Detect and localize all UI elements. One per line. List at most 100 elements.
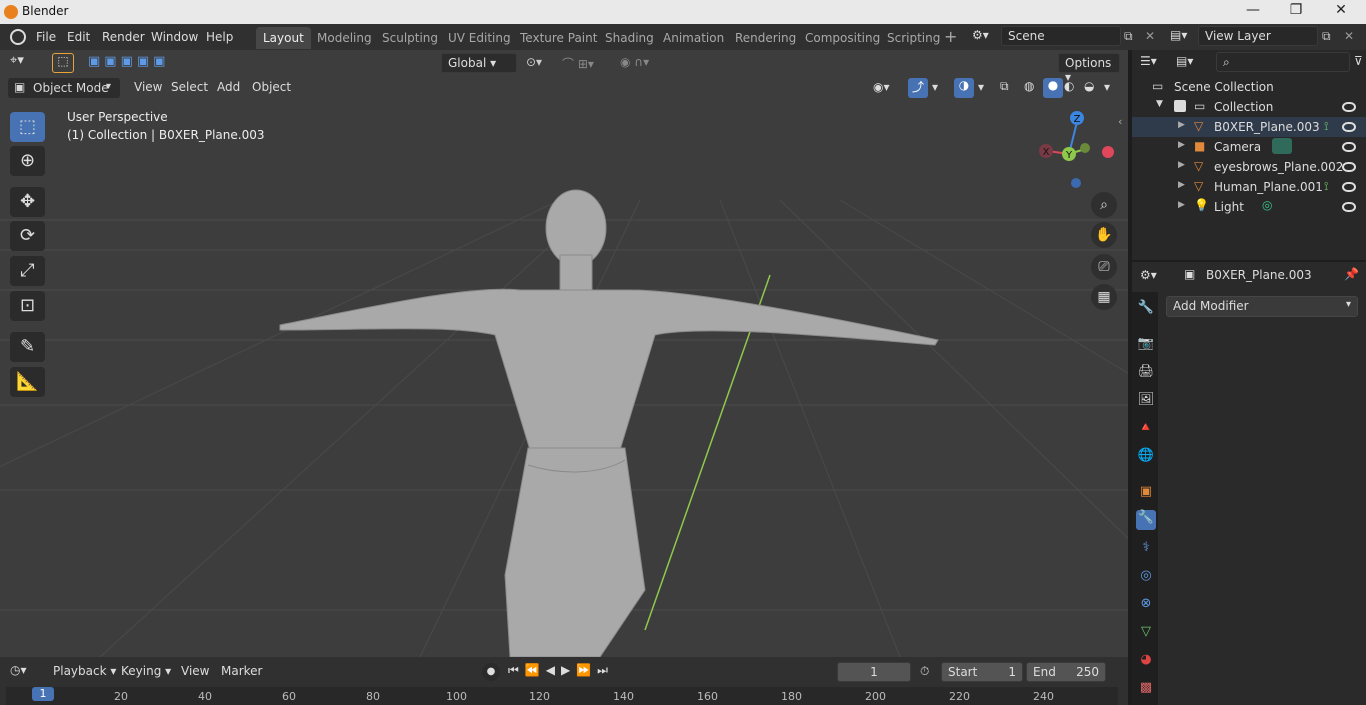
tab-sculpting[interactable]: Sculpting xyxy=(375,27,445,49)
transform-tool-icon[interactable]: ⊡ xyxy=(10,291,45,321)
select-box-tool-icon[interactable]: ⬚ xyxy=(52,53,74,73)
playhead[interactable]: 1 xyxy=(32,687,54,701)
close-icon[interactable]: ✕ xyxy=(1326,2,1356,22)
add-modifier-dropdown[interactable]: Add Modifier ▾ xyxy=(1166,296,1358,317)
eye-icon[interactable] xyxy=(1342,102,1356,112)
scene-tab-icon[interactable]: 🔺 xyxy=(1136,420,1156,440)
data-tab-icon[interactable]: ▽ xyxy=(1136,624,1156,644)
shading-dropdown-icon[interactable]: ▾ xyxy=(1104,80,1110,94)
tab-scripting[interactable]: Scripting xyxy=(880,27,947,49)
eye-icon[interactable] xyxy=(1342,182,1356,192)
add-workspace-icon[interactable]: + xyxy=(944,27,957,46)
new-view-layer-icon[interactable]: ⧉ xyxy=(1322,29,1331,44)
start-frame-field[interactable]: Start 1 xyxy=(941,662,1023,682)
menu-add[interactable]: Add xyxy=(210,78,247,98)
transform-orientation-dropdown[interactable]: Global ▾ xyxy=(441,53,517,73)
material-shading-icon[interactable]: ◐ xyxy=(1064,79,1074,93)
remove-view-layer-icon[interactable]: ✕ xyxy=(1344,29,1354,43)
view-layer-name-field[interactable]: View Layer xyxy=(1198,26,1318,46)
eye-icon[interactable] xyxy=(1342,202,1356,212)
pivot-point-icon[interactable]: ⊙▾ xyxy=(526,55,542,69)
particles-tab-icon[interactable]: ⚕ xyxy=(1136,540,1156,560)
navigation-gizmo[interactable]: Z Y X xyxy=(1030,105,1120,195)
outliner-item-light[interactable]: ▶ 💡 Light ◎ xyxy=(1132,197,1366,217)
minimize-icon[interactable]: — xyxy=(1238,2,1268,22)
timeline-view-menu[interactable]: View xyxy=(174,662,216,682)
options-dropdown[interactable]: Options ▾ xyxy=(1058,53,1120,84)
view-layer-selector-icon[interactable]: ▤▾ xyxy=(1170,28,1187,42)
world-tab-icon[interactable]: 🌐 xyxy=(1136,448,1156,468)
light-data-icon[interactable]: ◎ xyxy=(1262,198,1272,212)
xray-icon[interactable]: ⧉ xyxy=(1000,79,1009,94)
tool-tab-icon[interactable]: 🔧 xyxy=(1136,300,1156,320)
material-tab-icon[interactable]: ◕ xyxy=(1136,652,1156,672)
menu-render[interactable]: Render xyxy=(96,28,151,46)
view-layer-tab-icon[interactable]: 🖼 xyxy=(1136,392,1156,412)
menu-select[interactable]: Select xyxy=(164,78,215,98)
move-tool-icon[interactable]: ✥ xyxy=(10,187,45,217)
object-tab-icon[interactable]: ▣ xyxy=(1136,484,1156,504)
modifier-tab-icon[interactable]: 🔧 xyxy=(1136,510,1156,530)
tab-shading[interactable]: Shading xyxy=(598,27,661,49)
record-icon[interactable]: ● xyxy=(482,663,500,681)
playback-controls[interactable]: ⏮⏪◀▶⏩⏭ xyxy=(508,663,614,678)
filter-icon[interactable]: ⊽ xyxy=(1354,54,1363,68)
tab-texture-paint[interactable]: Texture Paint xyxy=(513,27,604,49)
gizmo-dropdown-icon[interactable]: ▾ xyxy=(932,80,938,94)
menu-edit[interactable]: Edit xyxy=(61,28,96,46)
select-tool-icon[interactable]: ⬚ xyxy=(10,112,45,142)
display-mode-icon[interactable]: ▤▾ xyxy=(1176,54,1193,68)
gizmo-toggle-icon[interactable]: ⤴ xyxy=(908,78,928,98)
remove-scene-icon[interactable]: ✕ xyxy=(1145,29,1155,43)
snap-icon[interactable]: ⌒ ⊞▾ xyxy=(562,55,594,72)
solid-shading-icon[interactable]: ● xyxy=(1043,78,1063,98)
cursor-tool-icon[interactable]: ⊕ xyxy=(10,146,45,176)
menu-object[interactable]: Object xyxy=(245,78,298,98)
render-tab-icon[interactable]: 📷 xyxy=(1136,336,1156,356)
outliner-item-camera[interactable]: ▶ ■ Camera xyxy=(1132,137,1366,157)
wireframe-shading-icon[interactable]: ◍ xyxy=(1024,79,1034,93)
eye-icon[interactable] xyxy=(1342,162,1356,172)
physics-tab-icon[interactable]: ◎ xyxy=(1136,568,1156,588)
constraints-tab-icon[interactable]: ⊗ xyxy=(1136,596,1156,616)
tab-uv-editing[interactable]: UV Editing xyxy=(441,27,518,49)
sidebar-toggle-icon[interactable]: ‹ xyxy=(1118,115,1122,128)
overlays-dropdown-icon[interactable]: ▾ xyxy=(978,80,984,94)
camera-data-icon[interactable] xyxy=(1272,138,1292,154)
blender-menu-icon[interactable] xyxy=(10,29,26,45)
outliner-item-human[interactable]: ▶ ▽ Human_Plane.001 ⟟ xyxy=(1132,177,1366,197)
perspective-toggle-icon[interactable]: ▦ xyxy=(1091,284,1117,310)
new-scene-icon[interactable]: ⧉ xyxy=(1124,29,1133,44)
preview-range-icon[interactable]: ⏱ xyxy=(920,664,929,679)
expand-arrow-icon[interactable]: ▶ xyxy=(1178,200,1185,210)
expand-arrow-icon[interactable]: ▶ xyxy=(1178,180,1185,190)
outliner-row-collection[interactable]: ▼ ▭ Collection xyxy=(1132,97,1366,117)
tab-rendering[interactable]: Rendering xyxy=(728,27,803,49)
rotate-tool-icon[interactable]: ⟳ xyxy=(10,221,45,251)
editor-type-icon[interactable]: ⌖▾ xyxy=(10,53,24,68)
expand-arrow-icon[interactable]: ▶ xyxy=(1178,160,1185,170)
tab-animation[interactable]: Animation xyxy=(656,27,731,49)
tab-layout[interactable]: Layout xyxy=(256,27,311,49)
properties-editor-type-icon[interactable]: ⚙▾ xyxy=(1140,268,1157,282)
menu-help[interactable]: Help xyxy=(200,28,239,46)
tab-modeling[interactable]: Modeling xyxy=(310,27,379,49)
tab-compositing[interactable]: Compositing xyxy=(798,27,887,49)
expand-arrow-icon[interactable]: ▶ xyxy=(1178,120,1185,130)
outliner-item-boxer[interactable]: ▶ ▽ B0XER_Plane.003 ⟟ xyxy=(1132,117,1366,137)
end-frame-field[interactable]: End 250 xyxy=(1026,662,1106,682)
keying-dropdown[interactable]: Keying ▾ xyxy=(114,662,178,682)
timeline-marker-menu[interactable]: Marker xyxy=(214,662,269,682)
maximize-icon[interactable]: ❐ xyxy=(1281,2,1311,22)
proportional-edit-icon[interactable]: ◉ ∩▾ xyxy=(620,55,649,69)
visibility-icon[interactable]: ◉▾ xyxy=(873,80,890,94)
playback-dropdown[interactable]: Playback ▾ xyxy=(46,662,123,682)
overlays-icon[interactable]: ◑ xyxy=(954,78,974,98)
outliner-item-eyebrows[interactable]: ▶ ▽ eyesbrows_Plane.002 xyxy=(1132,157,1366,177)
3d-viewport[interactable]: ▣ Object Mode ▾ View Select Add Object ⌖… xyxy=(0,50,1128,657)
current-frame-field[interactable]: 1 xyxy=(837,662,911,682)
scene-name-field[interactable]: Scene xyxy=(1001,26,1121,46)
outliner-editor-type-icon[interactable]: ☰▾ xyxy=(1140,54,1157,68)
texture-tab-icon[interactable]: ▩ xyxy=(1136,680,1156,700)
output-tab-icon[interactable]: 🖨 xyxy=(1136,364,1156,384)
